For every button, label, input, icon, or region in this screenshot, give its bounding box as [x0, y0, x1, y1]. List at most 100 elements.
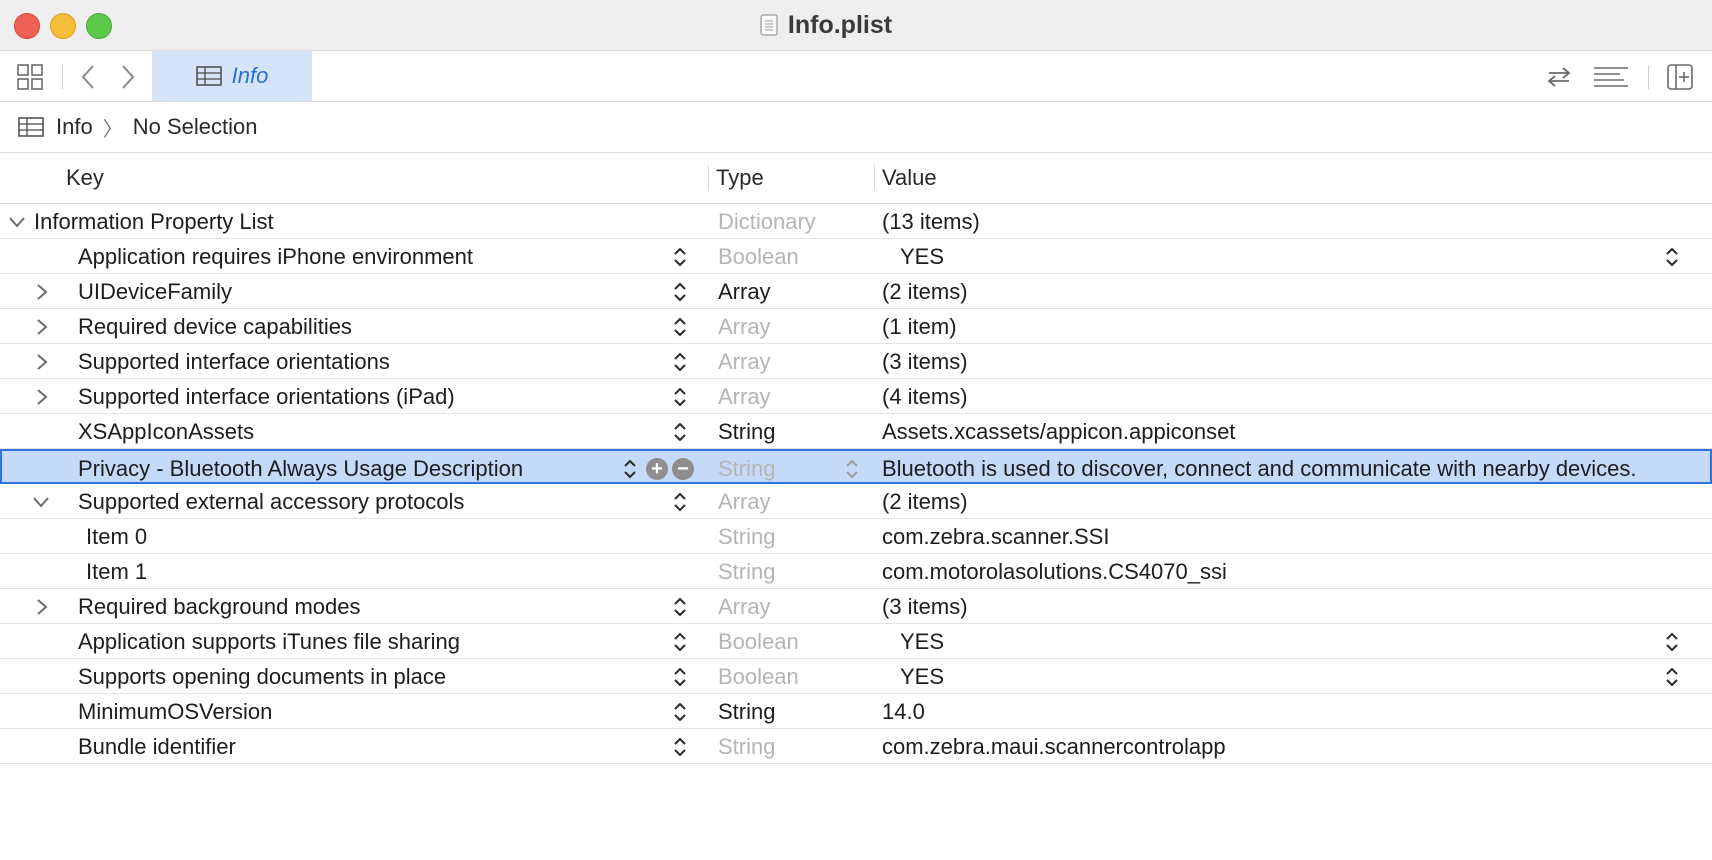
row-type: String	[718, 733, 776, 759]
key-stepper-icon[interactable]	[672, 624, 688, 659]
disclosure-chevron-right-icon[interactable]	[36, 379, 48, 414]
row-value[interactable]: com.zebra.scanner.SSI	[882, 519, 1109, 554]
value-stepper-icon[interactable]	[1664, 624, 1680, 659]
breadcrumb-root[interactable]: Info	[56, 114, 93, 140]
row-value[interactable]: YES	[900, 659, 944, 694]
row-key: Required device capabilities	[78, 313, 352, 339]
key-stepper-icon[interactable]	[672, 589, 688, 624]
tab-info[interactable]: Info	[152, 51, 312, 101]
value-stepper-icon[interactable]	[1664, 659, 1680, 694]
disclosure-chevron-right-icon[interactable]	[36, 274, 48, 309]
table-row[interactable]: Application supports iTunes file sharing…	[0, 624, 1712, 659]
row-value: (2 items)	[882, 488, 968, 514]
table-row-selected[interactable]: Privacy - Bluetooth Always Usage Descrip…	[0, 449, 1712, 484]
row-value: (2 items)	[882, 278, 968, 304]
type-stepper-icon[interactable]	[844, 451, 860, 486]
add-row-plus-icon[interactable]: +	[646, 457, 668, 480]
row-type: String	[718, 418, 776, 444]
authors-button[interactable]	[1544, 63, 1574, 91]
column-header-value[interactable]: Value	[882, 153, 937, 203]
remove-row-minus-icon[interactable]: −	[672, 457, 694, 480]
row-value: (4 items)	[882, 383, 968, 409]
editor-options-button[interactable]	[1592, 63, 1630, 91]
row-type: Dictionary	[718, 208, 816, 234]
disclosure-chevron-right-icon[interactable]	[36, 309, 48, 344]
key-stepper-icon[interactable]	[672, 484, 688, 519]
row-type: String	[718, 698, 776, 724]
breadcrumb-separator: 〉	[102, 118, 123, 141]
key-stepper-icon[interactable]	[672, 309, 688, 344]
table-row[interactable]: Item 1 String com.motorolasolutions.CS40…	[0, 554, 1712, 589]
table-row[interactable]: Supported external accessory protocols A…	[0, 484, 1712, 519]
row-key: MinimumOSVersion	[78, 698, 273, 724]
table-row[interactable]: Supported interface orientations (iPad) …	[0, 379, 1712, 414]
editor-toolbar: Info	[0, 51, 1712, 102]
row-type: Array	[718, 313, 771, 339]
table-row[interactable]: Bundle identifier String com.zebra.maui.…	[0, 729, 1712, 764]
row-key: Supports opening documents in place	[78, 663, 447, 689]
window-title: Info.plist	[787, 10, 893, 39]
key-stepper-icon[interactable]	[672, 414, 688, 449]
disclosure-chevron-right-icon[interactable]	[36, 344, 48, 379]
key-stepper-icon[interactable]	[672, 274, 688, 309]
key-stepper-icon[interactable]	[622, 451, 638, 486]
lines-icon	[1594, 67, 1628, 87]
disclosure-chevron-down-icon[interactable]	[8, 204, 26, 239]
add-editor-button[interactable]	[1666, 63, 1694, 91]
forward-button[interactable]	[116, 63, 140, 91]
row-key: Application supports iTunes file sharing	[78, 628, 460, 654]
table-row[interactable]: XSAppIconAssets String Assets.xcassets/a…	[0, 414, 1712, 449]
row-type: Array	[718, 278, 771, 304]
column-header: Key Type Value	[0, 153, 1712, 204]
chevron-left-icon	[81, 65, 94, 89]
row-key: Supported interface orientations	[78, 348, 390, 374]
disclosure-chevron-right-icon[interactable]	[36, 589, 48, 624]
row-value[interactable]: com.motorolasolutions.CS4070_ssi	[882, 554, 1227, 589]
table-row[interactable]: Application requires iPhone environment …	[0, 239, 1712, 274]
tab-info-label: Info	[231, 63, 269, 88]
key-stepper-icon[interactable]	[672, 729, 688, 764]
table-icon	[195, 66, 222, 86]
table-row[interactable]: UIDeviceFamily Array (2 items)	[0, 274, 1712, 309]
row-value: (13 items)	[882, 208, 980, 234]
row-type: Array	[718, 383, 771, 409]
row-value[interactable]: Assets.xcassets/appicon.appiconset	[882, 414, 1235, 449]
table-row[interactable]: Item 0 String com.zebra.scanner.SSI	[0, 519, 1712, 554]
key-stepper-icon[interactable]	[672, 379, 688, 414]
row-value[interactable]: Bluetooth is used to discover, connect a…	[882, 451, 1637, 486]
value-stepper-icon[interactable]	[1664, 239, 1680, 274]
key-stepper-icon[interactable]	[672, 239, 688, 274]
row-value: (3 items)	[882, 593, 968, 619]
table-row[interactable]: Required device capabilities Array (1 it…	[0, 309, 1712, 344]
row-key: Item 0	[86, 523, 148, 549]
row-value[interactable]: com.zebra.maui.scannercontrolapp	[882, 729, 1226, 764]
related-items-button[interactable]	[16, 63, 44, 91]
row-type: Array	[718, 593, 771, 619]
table-row[interactable]: Supported interface orientations Array (…	[0, 344, 1712, 379]
row-value: (3 items)	[882, 348, 968, 374]
row-type: String	[718, 558, 776, 584]
table-row[interactable]: Information Property List Dictionary (13…	[0, 204, 1712, 239]
key-stepper-icon[interactable]	[672, 344, 688, 379]
row-type: String	[718, 523, 776, 549]
row-type[interactable]: String	[718, 451, 775, 486]
breadcrumb: Info 〉 No Selection	[0, 102, 1712, 153]
disclosure-chevron-down-icon[interactable]	[32, 484, 50, 519]
table-row[interactable]: Required background modes Array (3 items…	[0, 589, 1712, 624]
row-key: Bundle identifier	[78, 733, 236, 759]
key-stepper-icon[interactable]	[672, 659, 688, 694]
row-type: Boolean	[718, 628, 799, 654]
row-value[interactable]: YES	[900, 239, 944, 274]
key-stepper-icon[interactable]	[672, 694, 688, 729]
row-value[interactable]: YES	[900, 624, 944, 659]
breadcrumb-current[interactable]: No Selection	[133, 114, 258, 140]
back-button[interactable]	[76, 63, 100, 91]
swap-arrows-icon	[1547, 67, 1571, 87]
row-value[interactable]: 14.0	[882, 694, 925, 729]
column-header-type[interactable]: Type	[716, 153, 764, 203]
table-row[interactable]: MinimumOSVersion String 14.0	[0, 694, 1712, 729]
table-icon	[18, 117, 44, 137]
row-key: Required background modes	[78, 593, 361, 619]
column-header-key[interactable]: Key	[66, 153, 104, 203]
table-row[interactable]: Supports opening documents in place Bool…	[0, 659, 1712, 694]
